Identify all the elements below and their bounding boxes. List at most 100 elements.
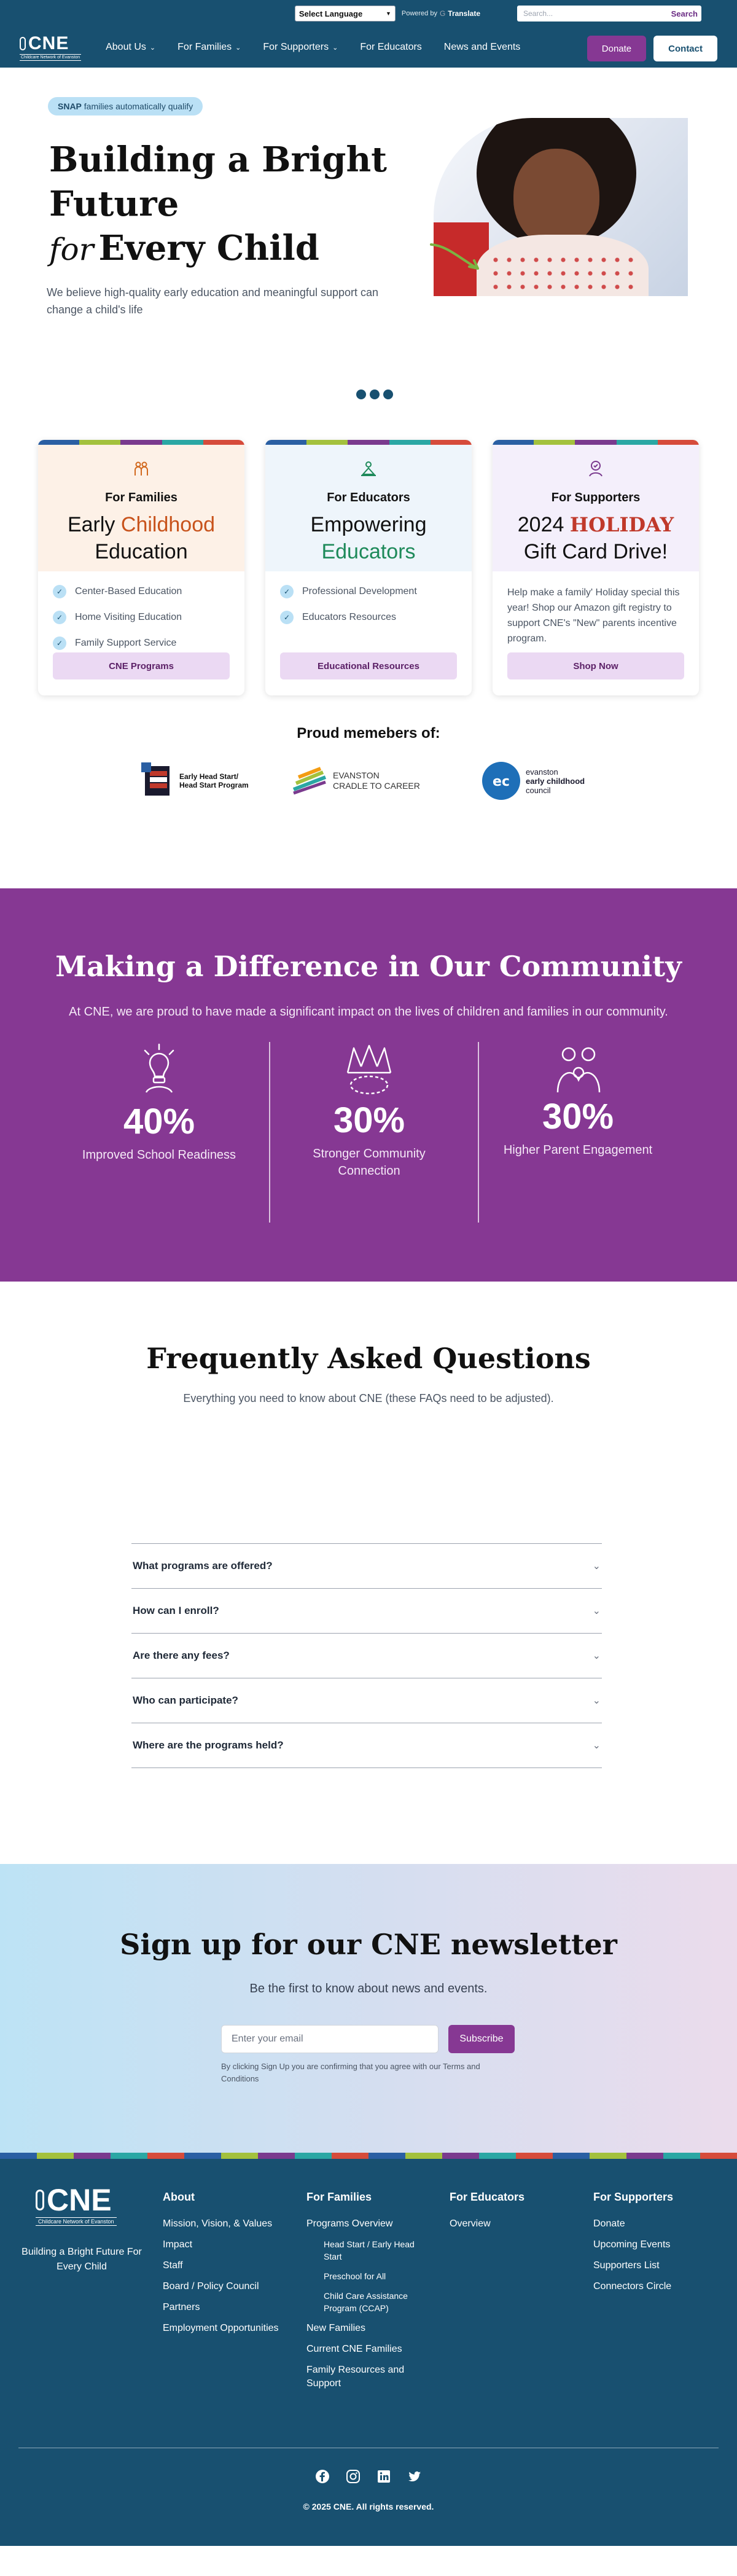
nav-item-for-families[interactable]: For Families ⌄	[177, 42, 241, 53]
faq-item[interactable]: Who can participate? ⌄	[131, 1678, 602, 1723]
social-links	[0, 2468, 737, 2484]
list-item: ✓ Home Visiting Education	[53, 611, 230, 624]
footer-link[interactable]: Board / Policy Council	[163, 2280, 279, 2293]
photo-shirt-pattern	[489, 253, 636, 296]
card-stripe	[38, 440, 244, 445]
twitter-icon[interactable]	[407, 2468, 423, 2484]
hero-title-line-2: Future	[49, 184, 179, 224]
cne-programs-button[interactable]: CNE Programs	[53, 652, 230, 679]
faq-item[interactable]: What programs are offered? ⌄	[131, 1544, 602, 1589]
hands-community-icon	[346, 1044, 392, 1095]
donate-button[interactable]: Donate	[587, 36, 647, 61]
stripe-segment	[38, 440, 80, 445]
footer-link[interactable]: Family Resources and Support	[306, 2363, 429, 2390]
footer-link[interactable]: Upcoming Events	[593, 2238, 673, 2252]
stat-value: 30%	[542, 1097, 614, 1137]
powered-by-text: Powered by	[401, 10, 437, 17]
footer-link[interactable]: Partners	[163, 2301, 279, 2314]
stripe-segment	[616, 440, 658, 445]
language-select[interactable]: Select Language ▼	[294, 6, 396, 22]
hero-title-line-1: Building a Bright	[49, 139, 388, 180]
card-header: For Families Early Childhood Education	[38, 445, 244, 571]
nav-item-label: For Educators	[360, 42, 422, 52]
footer: CNE Childcare Network of Evanston Buildi…	[0, 2153, 737, 2546]
faq-subtitle: Everything you need to know about CNE (t…	[183, 1392, 554, 1404]
ecc-text: evanston early childhood council	[526, 767, 585, 795]
card-tag: For Families	[105, 491, 177, 504]
footer-sub-link[interactable]: Preschool for All	[324, 2270, 429, 2282]
footer-link[interactable]: Staff	[163, 2259, 279, 2273]
linkedin-icon[interactable]	[376, 2468, 392, 2484]
impact-heading: Making a Difference in Our Community	[55, 950, 682, 983]
check-icon: ✓	[53, 585, 66, 598]
footer-link[interactable]: Employment Opportunities	[163, 2322, 279, 2335]
faq-item[interactable]: How can I enroll? ⌄	[131, 1589, 602, 1634]
footer-tagline: Building a Bright Future For Every Child	[21, 2247, 142, 2272]
chevron-down-icon: ⌄	[332, 44, 338, 52]
stripe-segment	[534, 440, 575, 445]
footer-sub-link[interactable]: Child Care Assistance Program (CCAP)	[324, 2290, 429, 2314]
footer-link[interactable]: Supporters List	[593, 2259, 673, 2273]
stripe-segment	[120, 440, 162, 445]
cradle-line-1: EVANSTON	[333, 770, 380, 780]
facebook-icon[interactable]	[314, 2468, 330, 2484]
footer-link[interactable]: New Families	[306, 2322, 429, 2335]
footer-col-heading: For Supporters	[593, 2191, 674, 2203]
chevron-down-icon: ⌄	[592, 1696, 601, 1706]
list-item-label: Educators Resources	[302, 612, 396, 622]
card-title-post: Gift Card Drive!	[523, 540, 668, 563]
stripe-segment	[184, 2153, 221, 2159]
card-title-pre: 2024	[517, 513, 570, 536]
educational-resources-button[interactable]: Educational Resources	[280, 652, 457, 679]
stripe-segment	[479, 2153, 516, 2159]
footer-link[interactable]: Donate	[593, 2217, 673, 2231]
members-heading: Proud memebers of:	[297, 725, 440, 742]
search-button[interactable]: Search	[671, 9, 698, 18]
chevron-down-icon: ⌄	[149, 44, 156, 52]
shop-now-button[interactable]: Shop Now	[507, 652, 684, 679]
footer-col-educators: For Educators Overview	[450, 2191, 524, 2238]
footer-link[interactable]: Overview	[450, 2217, 524, 2231]
contact-button[interactable]: Contact	[653, 36, 717, 61]
stat-value: 30%	[333, 1100, 405, 1140]
footer-link[interactable]: Mission, Vision, & Values	[163, 2217, 279, 2231]
footer-link[interactable]: Connectors Circle	[593, 2280, 673, 2293]
faq-item[interactable]: Are there any fees? ⌄	[131, 1634, 602, 1678]
stripe-segment	[348, 440, 389, 445]
translate-link[interactable]: Translate	[448, 9, 480, 18]
faq-question: How can I enroll?	[133, 1605, 219, 1616]
nav-item-for-supporters[interactable]: For Supporters ⌄	[263, 42, 338, 53]
stripe-segment	[590, 2153, 626, 2159]
stripe-segment	[442, 2153, 479, 2159]
subscribe-button[interactable]: Subscribe	[448, 2025, 515, 2053]
footer-link[interactable]: Impact	[163, 2238, 279, 2252]
list-item-label: Family Support Service	[75, 638, 177, 648]
stat-school-readiness: 40% Improved School Readiness	[58, 1042, 260, 1164]
footer-col-supporters: For Supporters Donate Upcoming Events Su…	[593, 2191, 673, 2301]
footer-link[interactable]: Programs Overview	[306, 2217, 429, 2231]
faq-list: What programs are offered? ⌄ How can I en…	[131, 1543, 602, 1768]
nav-item-for-educators[interactable]: For Educators	[360, 42, 421, 53]
footer-col-about: About Mission, Vision, & Values Impact S…	[163, 2191, 279, 2343]
footer-link[interactable]: Current CNE Families	[306, 2343, 429, 2356]
impact-section: Making a Difference in Our Community At …	[0, 888, 737, 1282]
search-input[interactable]: Search...	[523, 9, 553, 18]
footer-logo-subtitle: Childcare Network of Evanston	[36, 2217, 117, 2226]
head-start-icon	[141, 762, 170, 796]
logo-text: CNE	[28, 33, 69, 53]
faq-question: Are there any fees?	[133, 1650, 230, 1661]
early-childhood-council-logo[interactable]: ec evanston early childhood council	[482, 761, 585, 801]
nav-item-news-and-events[interactable]: News and Events	[444, 42, 521, 53]
hero-title-line-3: for Every Child	[49, 226, 393, 272]
site-logo[interactable]: CNE Childcare Network of Evanston	[20, 33, 82, 61]
footer-logo[interactable]: CNE Childcare Network of Evanston	[36, 2185, 117, 2226]
cradle-to-career-logo[interactable]: EVANSTON CRADLE TO CAREER	[291, 761, 420, 801]
head-start-logo[interactable]: Early Head Start/ Head Start Program	[141, 761, 249, 801]
nav-item-about-us[interactable]: About Us ⌄	[106, 42, 155, 53]
instagram-icon[interactable]	[345, 2468, 361, 2484]
list-item: ✓ Professional Development	[280, 585, 457, 598]
hero-title: Building a Bright Future for Every Child	[49, 138, 393, 272]
faq-item[interactable]: Where are the programs held? ⌄	[131, 1723, 602, 1768]
footer-sub-link[interactable]: Head Start / Early Head Start	[324, 2238, 429, 2263]
email-input[interactable]: Enter your email	[221, 2025, 439, 2053]
